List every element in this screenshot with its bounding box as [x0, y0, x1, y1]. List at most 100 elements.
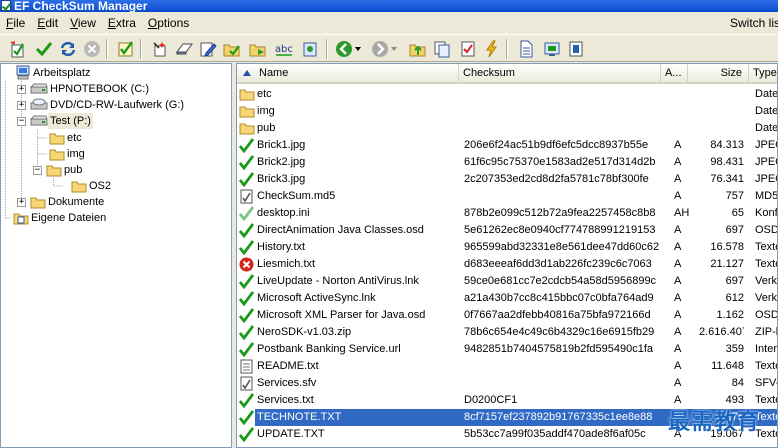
- file-attributes: A: [674, 275, 682, 287]
- column-header-checksum[interactable]: Checksum: [459, 64, 661, 83]
- file-type: JPEG: [755, 173, 777, 185]
- checklist-icon[interactable]: [458, 39, 478, 59]
- file-list[interactable]: Name Checksum A... Size Type etc Date img D…: [236, 63, 778, 448]
- file-attributes: A: [674, 173, 682, 185]
- file-row[interactable]: pub Date: [237, 120, 777, 137]
- file-row[interactable]: README.txt A 11.648 Texte: [237, 358, 777, 375]
- lightning-icon[interactable]: [482, 39, 502, 59]
- sort-ascending-icon: [243, 70, 251, 77]
- new-checksum-icon[interactable]: [8, 39, 28, 59]
- file-row[interactable]: Services.sfv A 84 SFV-I: [237, 375, 777, 392]
- collapse-icon[interactable]: −: [33, 165, 42, 175]
- file-size: 16.578: [710, 241, 744, 253]
- check-icon: [238, 138, 255, 154]
- file-type: MD5-: [755, 190, 778, 202]
- tree-node-pub[interactable]: − pub: [33, 162, 84, 178]
- tree-node-os2[interactable]: OS2: [71, 178, 113, 194]
- file-name: NeroSDK-v1.03.zip: [257, 326, 352, 338]
- tree-node-dokumente[interactable]: + Dokumente: [17, 194, 106, 210]
- tree-node-arbeitsplatz[interactable]: Arbeitsplatz: [15, 65, 92, 81]
- file-row[interactable]: NeroSDK-v1.03.zip 78b6c654e4c49c6b4329c16…: [237, 324, 777, 341]
- refresh-icon[interactable]: [58, 39, 78, 59]
- collapse-icon[interactable]: −: [17, 116, 26, 126]
- file-name: Liesmich.txt: [257, 258, 316, 270]
- folder-icon: [239, 121, 255, 136]
- toolbar-separator: [140, 39, 142, 59]
- file-row[interactable]: LiveUpdate - Norton AntiVirus.lnk 59ce0e6…: [237, 273, 777, 290]
- menu-edit[interactable]: Edit: [31, 14, 64, 32]
- copy-icon[interactable]: [432, 39, 452, 59]
- file-type: Texte: [755, 360, 777, 372]
- document-icon[interactable]: [516, 39, 536, 59]
- verify-icon[interactable]: [34, 39, 54, 59]
- tree-node-eigene-dateien[interactable]: Eigene Dateien: [13, 210, 108, 226]
- file-row[interactable]: desktop.ini 878b2e099c512b72a9fea2257458c…: [237, 205, 778, 222]
- file-size: 76.341: [710, 173, 744, 185]
- check-icon: [238, 427, 255, 443]
- stop-icon[interactable]: [82, 39, 102, 59]
- menu-extra[interactable]: Extra: [102, 14, 142, 32]
- file-type: OSD-: [755, 224, 777, 236]
- folder-yellow-icon[interactable]: [248, 39, 268, 59]
- folder-tree[interactable]: Arbeitsplatz + HPNOTEBOOK (C:) + DVD/CD-…: [0, 63, 232, 448]
- expand-icon[interactable]: +: [17, 84, 26, 94]
- file-size: 1.162: [716, 309, 744, 321]
- file-row[interactable]: img Date: [237, 103, 777, 120]
- file-row[interactable]: CheckSum.md5 A 757 MD5-: [237, 188, 778, 205]
- tree-node-img[interactable]: img: [49, 146, 87, 162]
- column-header-attributes[interactable]: A...: [661, 64, 688, 83]
- forward-dropdown-icon[interactable]: [390, 39, 398, 59]
- tree-node-hpnotebook[interactable]: + HPNOTEBOOK (C:): [17, 81, 151, 97]
- check-icon: [238, 240, 255, 256]
- tree-node-etc[interactable]: etc: [49, 130, 84, 146]
- file-checksum: D0200CF1: [464, 394, 518, 406]
- file-row[interactable]: History.txt 965599abd32331e8e561dee47dd60…: [237, 239, 777, 256]
- abc-icon[interactable]: a bc: [274, 39, 294, 59]
- check-all-icon[interactable]: [116, 39, 136, 59]
- file-row[interactable]: DirectAnimation Java Classes.osd 5e61262e…: [237, 222, 777, 239]
- column-header-name[interactable]: Name: [237, 64, 459, 83]
- file-row[interactable]: etc Date: [237, 86, 777, 103]
- settings-icon[interactable]: [300, 39, 320, 59]
- eraser-icon[interactable]: [174, 39, 194, 59]
- menu-view[interactable]: View: [64, 14, 102, 32]
- file-type: Inter: [755, 343, 778, 355]
- file-checksum: [464, 358, 664, 375]
- file-name: img: [257, 105, 275, 117]
- file-name: README.txt: [257, 360, 319, 372]
- folder-green-icon[interactable]: [222, 39, 242, 59]
- file-row[interactable]: Postbank Banking Service.url 9482851b7404…: [237, 341, 778, 358]
- expand-icon[interactable]: +: [17, 100, 26, 110]
- file-name: etc: [257, 88, 272, 100]
- folder-icon: [239, 87, 255, 102]
- file-type: Konfi: [755, 207, 778, 219]
- export-icon[interactable]: [542, 39, 562, 59]
- back-dropdown-icon[interactable]: [354, 39, 362, 59]
- file-checksum: 61f6c95c75370e1583ad2e517d314d2b: [464, 156, 656, 168]
- forward-icon[interactable]: [370, 39, 390, 59]
- column-header-size[interactable]: Size: [688, 64, 749, 83]
- file-row[interactable]: Microsoft XML Parser for Java.osd 0f7667a…: [237, 307, 777, 324]
- file-row[interactable]: Liesmich.txt d683eeeaf6dd3d1ab226fc239c6c…: [237, 256, 777, 273]
- wand-icon[interactable]: [150, 39, 170, 59]
- menu-options[interactable]: Options: [142, 14, 195, 32]
- folder-icon: [49, 133, 65, 145]
- file-row[interactable]: Microsoft ActiveSync.lnk a21a430b7cc8c415…: [237, 290, 777, 307]
- tree-node-dvd-drive[interactable]: + DVD/CD-RW-Laufwerk (G:): [17, 97, 186, 113]
- list-header: Name Checksum A... Size Type: [237, 64, 777, 84]
- back-icon[interactable]: [334, 39, 354, 59]
- switch-list-link[interactable]: Switch lis: [730, 15, 778, 31]
- file-row[interactable]: Brick1.jpg 206e6f24ac51b9df6efc5dcc8937b5…: [237, 137, 777, 154]
- up-folder-icon[interactable]: [408, 39, 428, 59]
- expand-icon[interactable]: +: [17, 197, 26, 207]
- menu-file[interactable]: File: [0, 14, 31, 32]
- file-attributes: A: [674, 360, 682, 372]
- tree-node-test[interactable]: − Test (P:): [17, 113, 93, 129]
- column-header-type[interactable]: Type: [749, 64, 777, 83]
- file-size: 359: [725, 343, 744, 355]
- file-checksum: d683eeeaf6dd3d1ab226fc239c6c7063: [464, 258, 652, 270]
- file-row[interactable]: Brick3.jpg 2c207353ed2cd8d2fa5781c78bf300…: [237, 171, 777, 188]
- info-icon[interactable]: [566, 39, 586, 59]
- file-row[interactable]: Brick2.jpg 61f6c95c75370e1583ad2e517d314d…: [237, 154, 777, 171]
- edit-icon[interactable]: [198, 39, 218, 59]
